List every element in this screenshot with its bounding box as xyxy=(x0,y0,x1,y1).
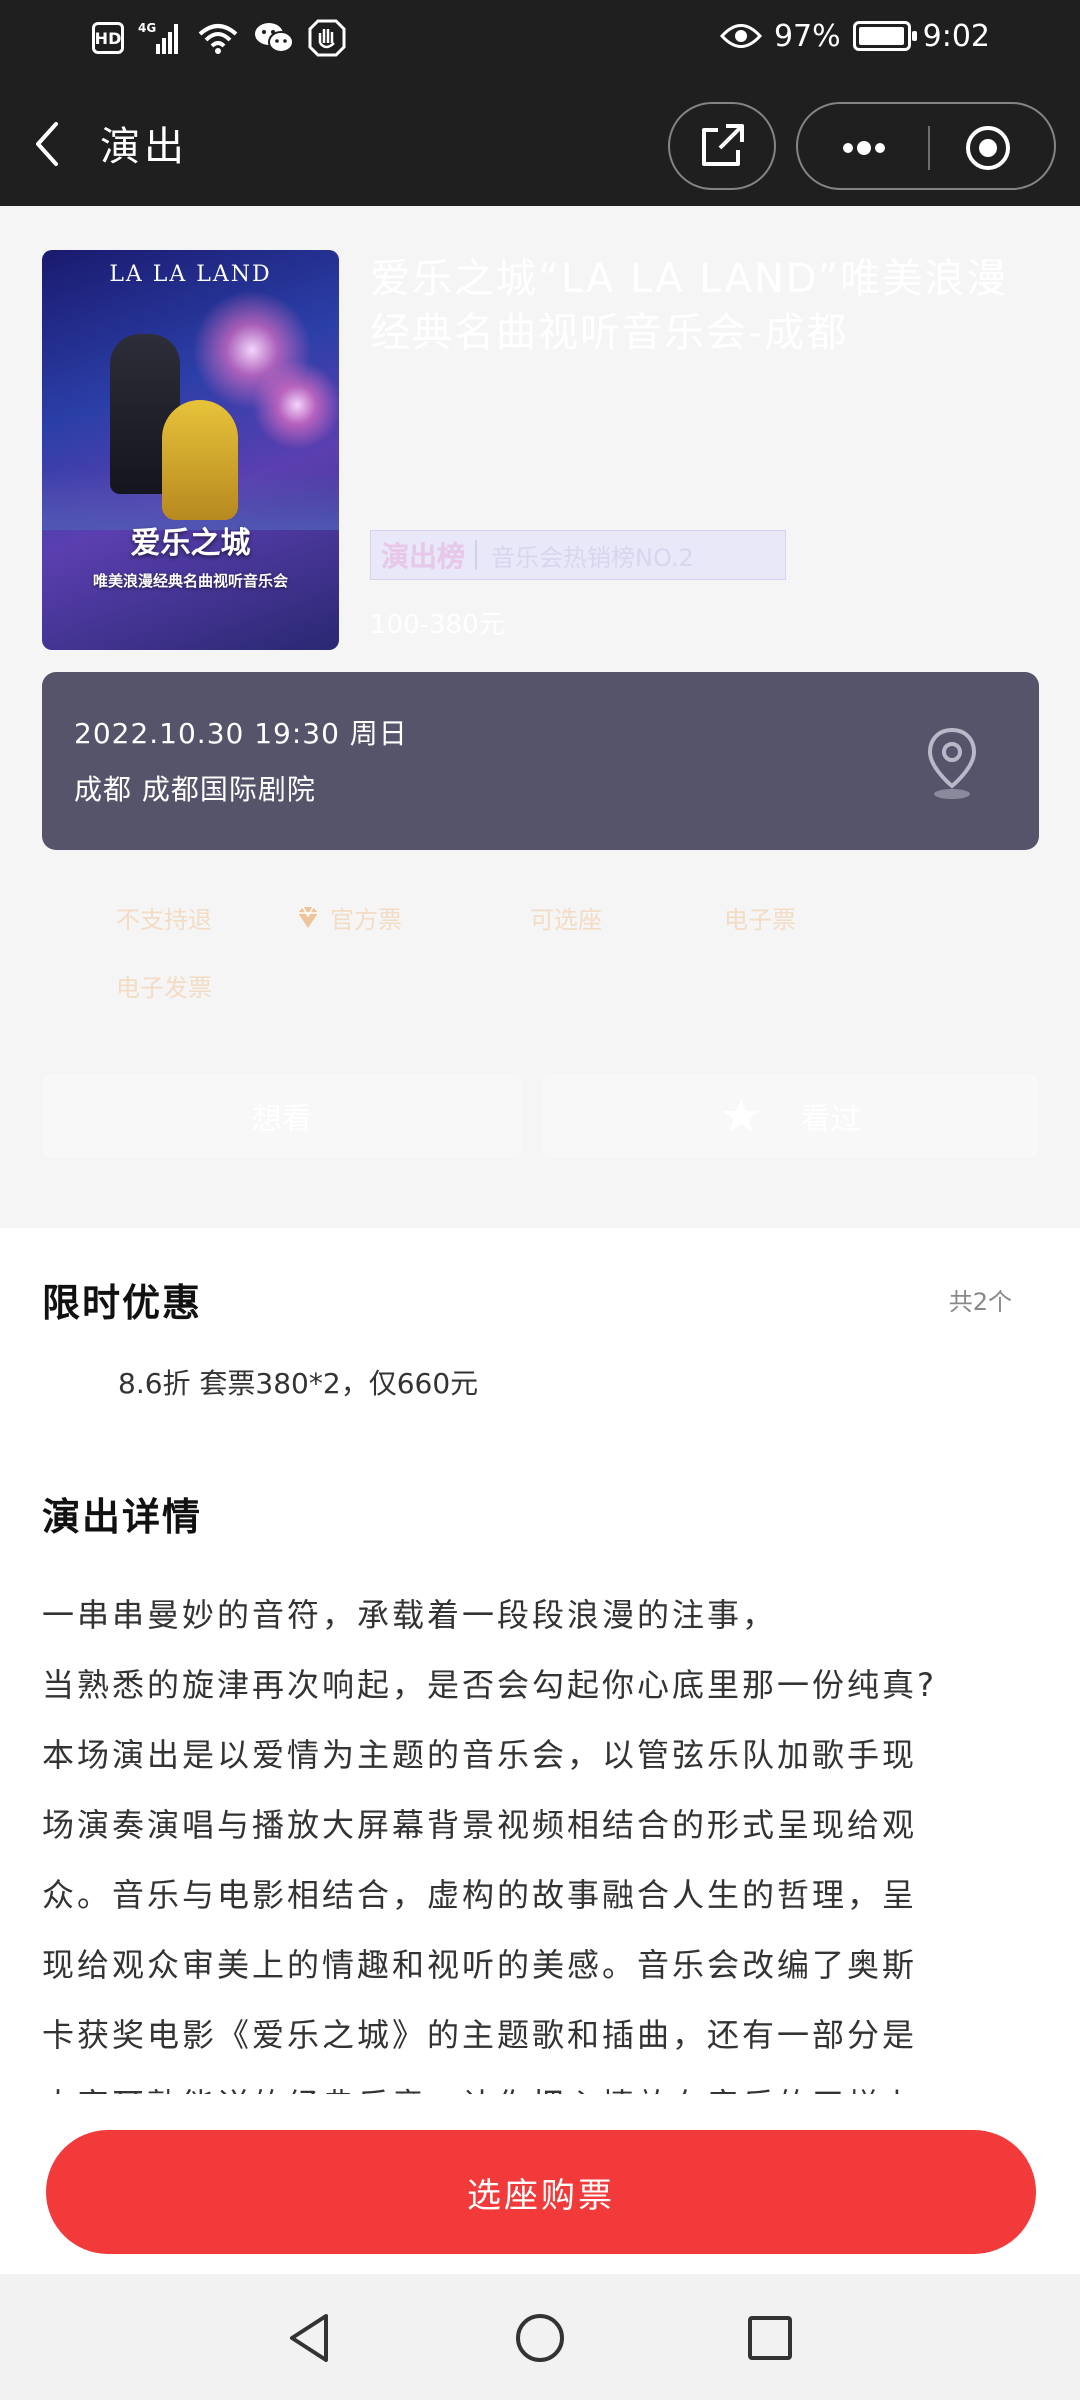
status-left-icons: HD 4G xyxy=(92,18,346,58)
show-date: 2022.10.30 19:30 周日 xyxy=(74,717,408,750)
detail-line: 现给观众审美上的情趣和视听的美感。音乐会改编了奥斯 xyxy=(42,1946,918,1984)
detail-line: 卡获奖电影《爱乐之城》的主题歌和插曲，还有一部分是 xyxy=(42,2016,918,2054)
hd-icon: HD xyxy=(92,18,124,58)
detail-line: 众。音乐与电影相结合，虚构的故事融合人生的哲理，呈 xyxy=(42,1876,918,1914)
target-circle-icon[interactable] xyxy=(964,124,1012,172)
status-right-icons: 97% 9:02 xyxy=(719,16,990,56)
tag-official-ticket: 官方票 xyxy=(294,900,402,935)
detail-line: 一串串曼妙的音符，承载着一段段浪漫的注事， xyxy=(42,1596,778,1634)
nav-bar: 演出 xyxy=(0,80,1080,206)
status-bar: HD 4G 97% 9:02 xyxy=(0,0,1080,80)
rank-badge[interactable]: 演出榜 音乐会热销榜NO.2 xyxy=(370,530,786,580)
poster-main-text: 爱乐之城 xyxy=(130,526,251,561)
system-navigation-bar xyxy=(0,2274,1080,2400)
rank-text: 音乐会热销榜NO.2 xyxy=(491,543,694,572)
poster-title: LA LA LAND xyxy=(109,262,272,287)
promo-title: 限时优惠 xyxy=(42,1281,203,1325)
mini-program-capsule xyxy=(796,102,1056,190)
tag-seat-selection: 可选座 xyxy=(530,906,602,934)
wifi-icon xyxy=(196,18,240,58)
poster-sub-text: 唯美浪漫经典名曲视听音乐会 xyxy=(92,572,288,590)
poster-firework xyxy=(252,360,339,450)
nav-back-triangle-icon[interactable] xyxy=(282,2310,338,2366)
tag-e-ticket: 电子票 xyxy=(724,906,796,934)
hand-notification-icon xyxy=(308,18,346,58)
detail-text: 一串串曼妙的音符，承载着一段段浪漫的注事， 当熟悉的旋津再次响起，是否会勾起你心… xyxy=(42,1580,1042,2100)
show-title: 爱乐之城“LA LA LAND”唯美浪漫经典名曲视听音乐会-成都 xyxy=(370,256,1009,356)
promo-count[interactable]: 共2个 xyxy=(949,1282,1012,1317)
svg-text:4G: 4G xyxy=(138,21,156,35)
capsule-divider xyxy=(928,126,930,170)
have-seen-button[interactable]: 看过 xyxy=(542,1074,1039,1158)
rank-label: 演出榜 xyxy=(371,535,475,575)
battery-icon xyxy=(852,21,917,51)
wechat-icon xyxy=(254,18,294,58)
tag-no-refund: 不支持退 xyxy=(116,906,212,934)
star-icon xyxy=(722,1099,759,1132)
show-poster[interactable]: LA LA LAND 爱乐之城 唯美浪漫经典名曲视听音乐会 xyxy=(42,250,339,650)
nav-recents-square-icon[interactable] xyxy=(742,2310,798,2366)
promo-section: 限时优惠 共2个 8.6折 套票380*2，仅660元 xyxy=(0,1228,1080,1448)
share-icon xyxy=(702,124,744,166)
price-range: 100-380元 xyxy=(370,610,505,640)
nav-home-circle-icon[interactable] xyxy=(512,2310,568,2366)
share-button[interactable] xyxy=(668,102,776,190)
select-seat-buy-button[interactable]: 选座购票 xyxy=(46,2130,1036,2254)
poster-figure-dress xyxy=(162,400,238,520)
detail-line: 场演奏演唱与播放大屏幕背景视频相结合的形式呈现给观 xyxy=(42,1806,918,1844)
battery-fill xyxy=(858,27,904,45)
action-row: 想看 看过 xyxy=(42,1074,1039,1158)
show-venue: 成都 成都国际剧院 xyxy=(74,773,316,806)
detail-title: 演出详情 xyxy=(42,1495,203,1539)
want-to-see-button[interactable]: 想看 xyxy=(42,1074,522,1158)
eye-icon xyxy=(719,16,762,56)
battery-percent: 97% xyxy=(773,18,841,54)
bottom-buy-bar: 选座购票 xyxy=(0,2094,1080,2274)
clock: 9:02 xyxy=(922,18,990,54)
signal-icon: 4G xyxy=(138,18,182,58)
back-arrow-icon[interactable] xyxy=(26,116,70,172)
show-header: LA LA LAND 爱乐之城 唯美浪漫经典名曲视听音乐会 爱乐之城“LA LA… xyxy=(0,206,1080,1228)
show-info-card[interactable]: 2022.10.30 19:30 周日 成都 成都国际剧院 xyxy=(42,672,1039,850)
tag-e-invoice: 电子发票 xyxy=(116,974,212,1002)
detail-line: 本场演出是以爱情为主题的音乐会，以管弦乐队加歌手现 xyxy=(42,1736,918,1774)
page-title: 演出 xyxy=(100,124,188,170)
more-dots-icon[interactable] xyxy=(834,128,894,168)
detail-line: 当熟悉的旋津再次响起，是否会勾起你心底里那一份纯真? xyxy=(42,1666,937,1704)
promo-item[interactable]: 8.6折 套票380*2，仅660元 xyxy=(118,1362,478,1402)
diamond-icon xyxy=(298,906,318,928)
location-pin-icon[interactable] xyxy=(922,724,982,804)
